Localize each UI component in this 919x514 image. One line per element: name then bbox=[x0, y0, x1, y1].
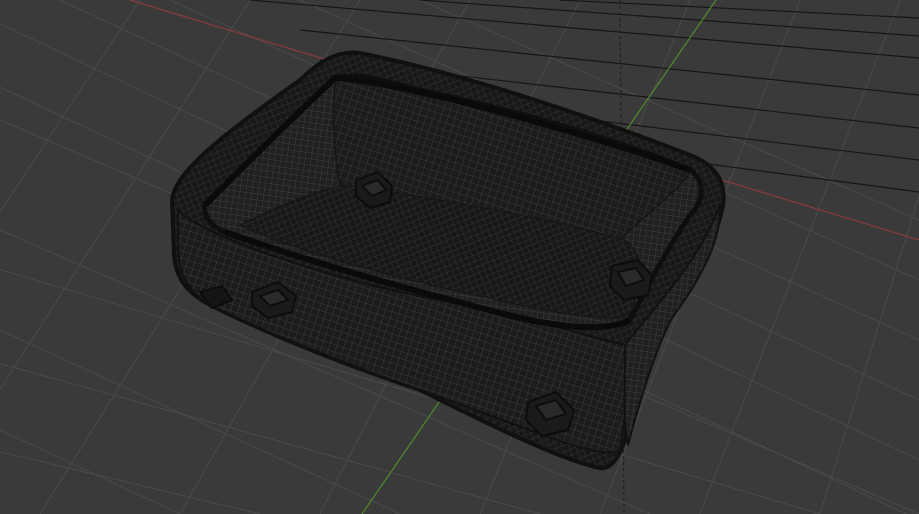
mesh-object[interactable] bbox=[169, 50, 726, 471]
viewport-canvas[interactable] bbox=[0, 0, 919, 514]
3d-viewport[interactable] bbox=[0, 0, 919, 514]
